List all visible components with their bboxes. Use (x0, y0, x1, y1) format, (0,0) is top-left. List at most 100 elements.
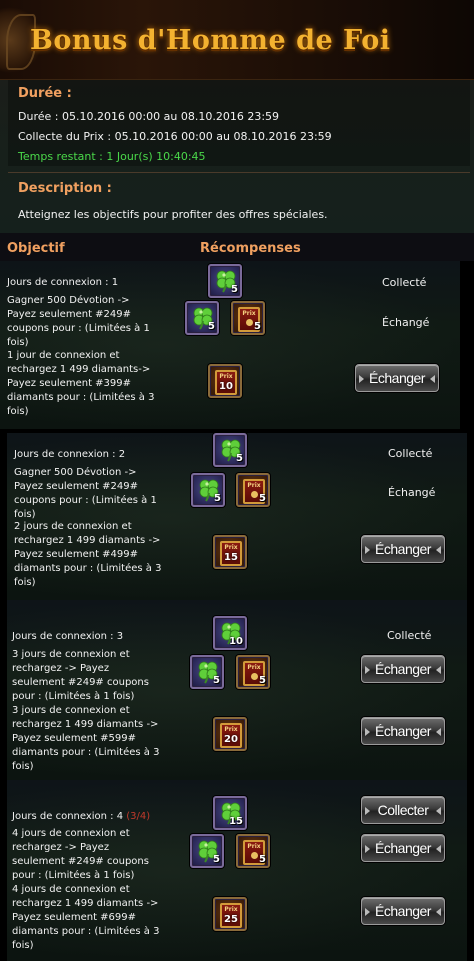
objective-line: Payez seulement #699# (12, 912, 137, 923)
reward-status: Échangé (382, 316, 430, 329)
prix-emblem-icon (251, 673, 258, 680)
objective-line: seulement #249# coupons (12, 677, 149, 688)
four-leaf-clover-icon[interactable]: 5 (190, 834, 224, 868)
reward-quantity: 5 (254, 321, 261, 332)
objective-line: rechargez 1 499 diamants -> (12, 898, 159, 909)
reward-quantity: 5 (231, 284, 238, 295)
prix-card: Prix 25 (220, 903, 242, 928)
objective-line: diamants pour : (Limitées à 3 (12, 747, 160, 758)
four-leaf-clover-icon[interactable]: 15 (213, 796, 247, 830)
prix-ticket-icon[interactable]: Prix 25 (213, 897, 247, 931)
reward-quantity: 15 (229, 816, 243, 827)
reward-quantity: 5 (259, 493, 266, 504)
reward-quantity: 5 (259, 854, 266, 865)
reward-quantity: 25 (224, 914, 238, 925)
collect-line: Collecte du Prix : 05.10.2016 00:00 au 0… (18, 130, 332, 143)
objective-line: Payez seulement #599# (12, 733, 137, 744)
objective-line: Jours de connexion : 4 (3/4) (12, 811, 151, 822)
exchange-button[interactable]: Échanger (361, 897, 445, 925)
prix-label: Prix (247, 664, 261, 671)
reward-quantity: 10 (219, 381, 233, 392)
prix-ticket-icon[interactable]: Prix 10 (208, 364, 242, 398)
objective-line: Gagner 500 Dévotion -> (14, 467, 137, 478)
four-leaf-clover-icon[interactable]: 5 (213, 433, 247, 467)
objective-line: 4 jours de connexion et (12, 828, 130, 839)
objective-column-header: Objectif (7, 241, 65, 256)
reward-quantity: 5 (214, 493, 221, 504)
objective-line: 3 jours de connexion et (12, 649, 130, 660)
rewards-column-header: Récompenses (200, 241, 301, 256)
objective-text: Jours de connexion : 4 (3/4) (12, 810, 150, 824)
prix-label: Prix (247, 843, 261, 850)
objective-line: rechargez 1 499 diamants -> (12, 719, 159, 730)
objective-text: 4 jours de connexion et rechargez -> Paye… (12, 827, 149, 883)
exchange-button[interactable]: Échanger (361, 717, 445, 745)
objective-line: diamants pour : (Limitées à 3 (14, 563, 162, 574)
prix-label: Prix (224, 726, 238, 733)
objective-line: rechargez -> Payez (12, 663, 110, 674)
duration-title: Durée : (18, 86, 72, 101)
objective-line: Payez seulement #249# (7, 309, 132, 320)
reward-quantity: 5 (236, 453, 243, 464)
objective-text: 3 jours de connexion et rechargez 1 499 d… (12, 704, 159, 774)
objective-text: Jours de connexion : 2 (14, 448, 125, 462)
objective-line: diamants pour : (Limitées à 3 (7, 392, 155, 403)
reward-status: Collecté (388, 447, 433, 460)
objective-text: 1 jour de connexion et rechargez 1 499 di… (7, 349, 154, 419)
objective-line: fois) (7, 406, 29, 417)
prix-label: Prix (224, 544, 238, 551)
exchange-button[interactable]: Échanger (361, 535, 445, 563)
reward-status: Collecté (387, 629, 432, 642)
objective-line: fois) (14, 577, 36, 588)
prix-ticket-icon[interactable]: Prix 5 (236, 473, 270, 507)
four-leaf-clover-icon[interactable]: 10 (213, 616, 247, 650)
four-leaf-clover-icon[interactable]: 5 (191, 473, 225, 507)
objective-line: rechargez -> Payez (12, 842, 110, 853)
prix-ticket-icon[interactable]: Prix 5 (236, 655, 270, 689)
reward-status: Collecté (382, 276, 427, 289)
objective-line: Payez seulement #399# (7, 378, 132, 389)
reward-quantity: 5 (208, 321, 215, 332)
exchange-button[interactable]: Échanger (361, 834, 445, 862)
prix-label: Prix (242, 310, 256, 317)
prix-ticket-icon[interactable]: Prix 5 (236, 834, 270, 868)
objective-line: Payez seulement #499# (14, 549, 139, 560)
reward-quantity: 5 (213, 675, 220, 686)
objective-line: 3 jours de connexion et (12, 705, 130, 716)
objective-line: pour : (Limitées à 1 fois) (12, 691, 135, 702)
exchange-button[interactable]: Échanger (361, 655, 445, 683)
objective-text: Gagner 500 Dévotion -> Payez seulement #2… (7, 294, 150, 350)
prix-ticket-icon[interactable]: Prix 15 (213, 535, 247, 569)
prix-card: Prix 15 (220, 541, 242, 566)
duration-line: Durée : 05.10.2016 00:00 au 08.10.2016 2… (18, 110, 280, 123)
objective-line: Gagner 500 Dévotion -> (7, 295, 130, 306)
objective-line: Payez seulement #249# (14, 481, 139, 492)
four-leaf-clover-icon[interactable]: 5 (185, 301, 219, 335)
objective-text: Gagner 500 Dévotion -> Payez seulement #2… (14, 466, 157, 522)
objective-line: pour : (Limitées à 1 fois) (12, 870, 135, 881)
objective-line: coupons pour : (Limitées à 1 (7, 323, 150, 334)
objective-line: diamants pour : (Limitées à 3 (12, 926, 160, 937)
prix-ticket-icon[interactable]: Prix 20 (213, 717, 247, 751)
prix-emblem-icon (246, 319, 253, 326)
prix-label: Prix (224, 906, 238, 913)
exchange-button[interactable]: Échanger (355, 364, 439, 392)
objective-line: Jours de connexion : 2 (14, 449, 126, 460)
prix-ticket-icon[interactable]: Prix 5 (231, 301, 265, 335)
objective-line: 4 jours de connexion et (12, 884, 130, 895)
reward-quantity: 15 (224, 552, 238, 563)
four-leaf-clover-icon[interactable]: 5 (208, 264, 242, 298)
objective-line: fois) (12, 761, 34, 772)
objective-line: 2 jours de connexion et (14, 521, 132, 532)
four-leaf-clover-icon[interactable]: 5 (190, 655, 224, 689)
collect-button[interactable]: Collecter (361, 796, 445, 824)
description-text: Atteignez les objectifs pour profiter de… (18, 208, 328, 221)
objective-line: fois) (12, 940, 34, 951)
objective-line: rechargez 1 499 diamants-> (7, 364, 151, 375)
prix-emblem-icon (251, 852, 258, 859)
objective-line: Jours de connexion : 3 (12, 631, 124, 642)
objective-line: coupons pour : (Limitées à 1 (14, 495, 157, 506)
objective-line: rechargez 1 499 diamants -> (14, 535, 161, 546)
objective-text: 3 jours de connexion et rechargez -> Paye… (12, 648, 149, 704)
rewards-table-header: Objectif Récompenses (0, 233, 474, 261)
